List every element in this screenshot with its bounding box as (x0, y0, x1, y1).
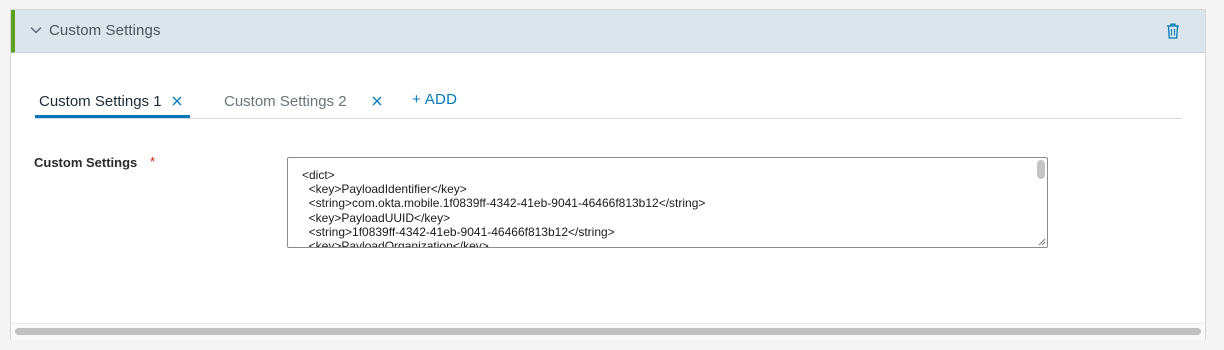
panel-header[interactable]: Custom Settings (11, 10, 1205, 53)
textarea-scrollbar[interactable] (1037, 160, 1045, 179)
textarea-content: <dict> <key>PayloadIdentifier</key> <str… (302, 168, 706, 248)
tab-custom-settings-2[interactable]: Custom Settings 2 (220, 92, 382, 118)
chevron-down-icon[interactable] (29, 23, 43, 37)
tab-label: Custom Settings 2 (224, 93, 347, 110)
resize-handle-icon[interactable] (1036, 236, 1046, 246)
panel-title: Custom Settings (49, 22, 161, 39)
tab-custom-settings-1[interactable]: Custom Settings 1 (35, 92, 190, 118)
required-marker: * (150, 154, 156, 169)
close-icon[interactable] (372, 96, 382, 106)
close-icon[interactable] (172, 96, 182, 106)
trash-icon[interactable] (1165, 22, 1181, 40)
tab-label: Custom Settings 1 (39, 93, 162, 110)
custom-settings-label: Custom Settings (34, 155, 138, 170)
add-tab-button[interactable]: + ADD (412, 91, 457, 108)
custom-settings-panel: Custom Settings Custom Settings 1 Custom… (10, 9, 1206, 340)
custom-settings-textarea[interactable]: <dict> <key>PayloadIdentifier</key> <str… (287, 157, 1048, 248)
horizontal-scrollbar[interactable] (15, 328, 1201, 335)
settings-tabs: Custom Settings 1 Custom Settings 2 + AD… (35, 88, 1182, 119)
